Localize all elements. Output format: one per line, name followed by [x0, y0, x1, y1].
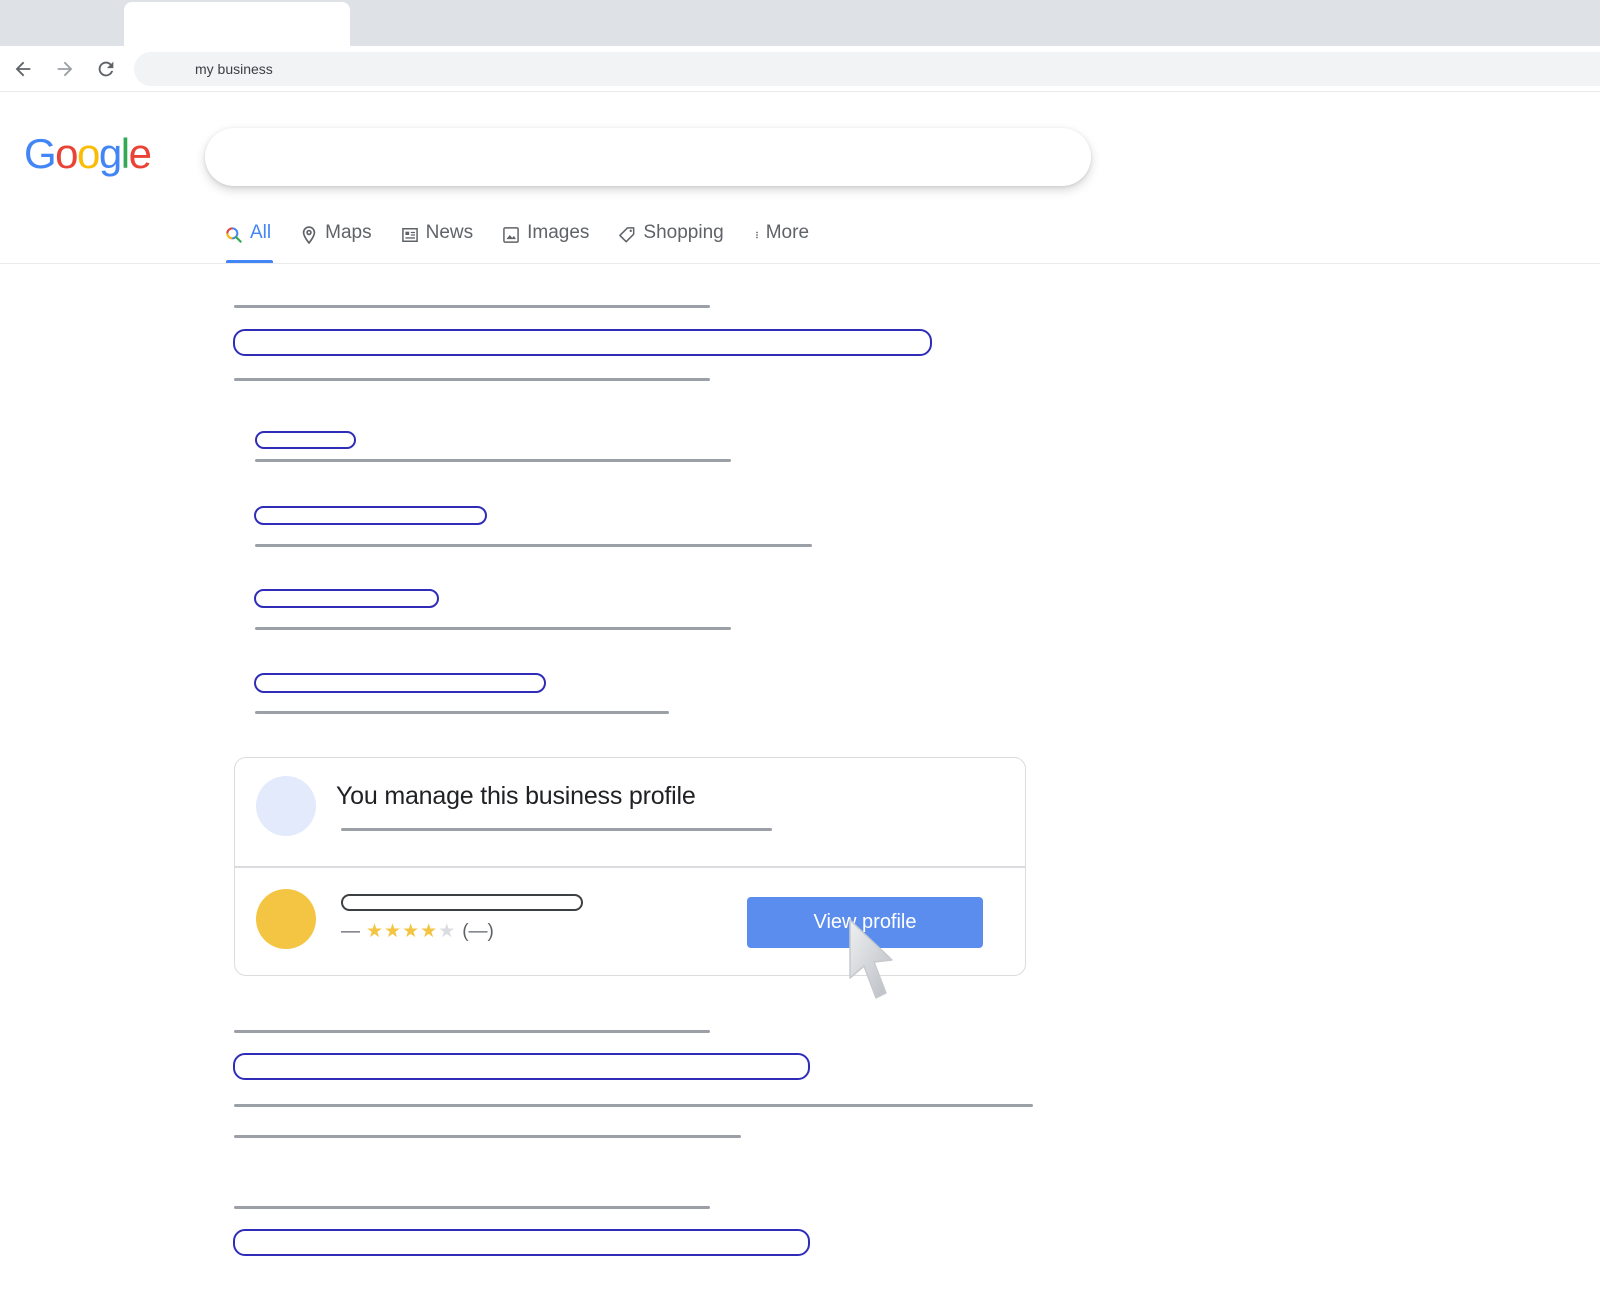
tabs-divider — [0, 263, 1600, 264]
sitelink[interactable] — [255, 431, 356, 449]
star-icon: ★ — [384, 921, 403, 942]
newspaper-icon — [401, 228, 418, 242]
result-snippet-placeholder — [234, 378, 710, 381]
tab-label: News — [425, 222, 474, 243]
back-arrow-icon[interactable] — [9, 55, 37, 83]
image-icon — [503, 227, 519, 243]
browser-toolbar: my business — [0, 46, 1600, 92]
browser-tab[interactable] — [124, 2, 350, 46]
tab-shopping[interactable]: Shopping — [617, 222, 724, 264]
star-icon: ★ — [420, 921, 439, 942]
search-tabs: All Maps News Images Shopping More — [224, 222, 837, 264]
result-url-placeholder — [234, 305, 710, 308]
tab-images[interactable]: Images — [501, 222, 589, 264]
tab-more[interactable]: More — [752, 222, 809, 264]
sitelink-snippet-placeholder — [255, 544, 812, 547]
business-avatar — [256, 889, 316, 949]
tab-all[interactable]: All — [224, 222, 274, 264]
mouse-cursor-icon — [849, 919, 893, 999]
business-name-placeholder — [341, 894, 583, 911]
forward-arrow-icon[interactable] — [51, 55, 79, 83]
result-title-link[interactable] — [233, 1053, 810, 1080]
logo-letter: G — [24, 130, 57, 177]
sitelink[interactable] — [254, 589, 439, 608]
card-divider — [235, 866, 1025, 868]
more-vert-icon — [755, 231, 758, 239]
profile-avatar — [256, 776, 316, 836]
result-url-placeholder — [234, 1030, 710, 1033]
tag-icon — [619, 227, 635, 243]
logo-letter: g — [98, 130, 122, 177]
logo-letter: o — [55, 130, 78, 177]
result-title-link[interactable] — [233, 329, 932, 356]
address-bar[interactable]: my business — [134, 52, 1600, 86]
tab-news[interactable]: News — [400, 222, 474, 264]
result-snippet-placeholder — [234, 1135, 741, 1138]
tab-label: All — [250, 222, 272, 243]
result-url-placeholder — [234, 1206, 710, 1209]
result-title-link[interactable] — [233, 1229, 810, 1256]
tab-label: More — [765, 222, 810, 243]
rating-row: — ★★★★★ (—) — [341, 920, 494, 943]
rating-value: — — [341, 920, 360, 942]
sitelink-snippet-placeholder — [255, 627, 731, 630]
search-input[interactable] — [205, 128, 1091, 186]
logo-letter: l — [120, 130, 130, 177]
address-text: my business — [195, 61, 273, 77]
star-icon: ★ — [402, 921, 421, 942]
tab-maps[interactable]: Maps — [299, 222, 372, 264]
sitelink[interactable] — [254, 506, 487, 525]
rating-stars: ★★★★★ — [366, 920, 456, 943]
card-title: You manage this business profile — [336, 782, 696, 810]
star-empty-icon: ★ — [438, 921, 457, 942]
business-profile-card: You manage this business profile — ★★★★★… — [234, 757, 1026, 976]
star-icon: ★ — [366, 921, 385, 942]
result-snippet-placeholder — [234, 1104, 1033, 1107]
tab-label: Shopping — [643, 222, 724, 243]
logo-letter: o — [77, 130, 100, 177]
card-subtitle-placeholder — [341, 828, 772, 831]
browser-tab-strip — [0, 0, 1600, 46]
search-icon — [226, 227, 242, 243]
logo-letter: e — [128, 130, 152, 177]
reload-icon[interactable] — [92, 55, 120, 83]
review-count: (—) — [462, 920, 494, 942]
sitelink-snippet-placeholder — [255, 459, 731, 462]
sitelink-snippet-placeholder — [255, 711, 669, 714]
google-logo[interactable]: Google — [24, 130, 152, 178]
sitelink[interactable] — [254, 673, 546, 693]
tab-label: Maps — [325, 222, 372, 243]
tab-label: Images — [527, 222, 590, 243]
map-pin-icon — [302, 226, 316, 245]
